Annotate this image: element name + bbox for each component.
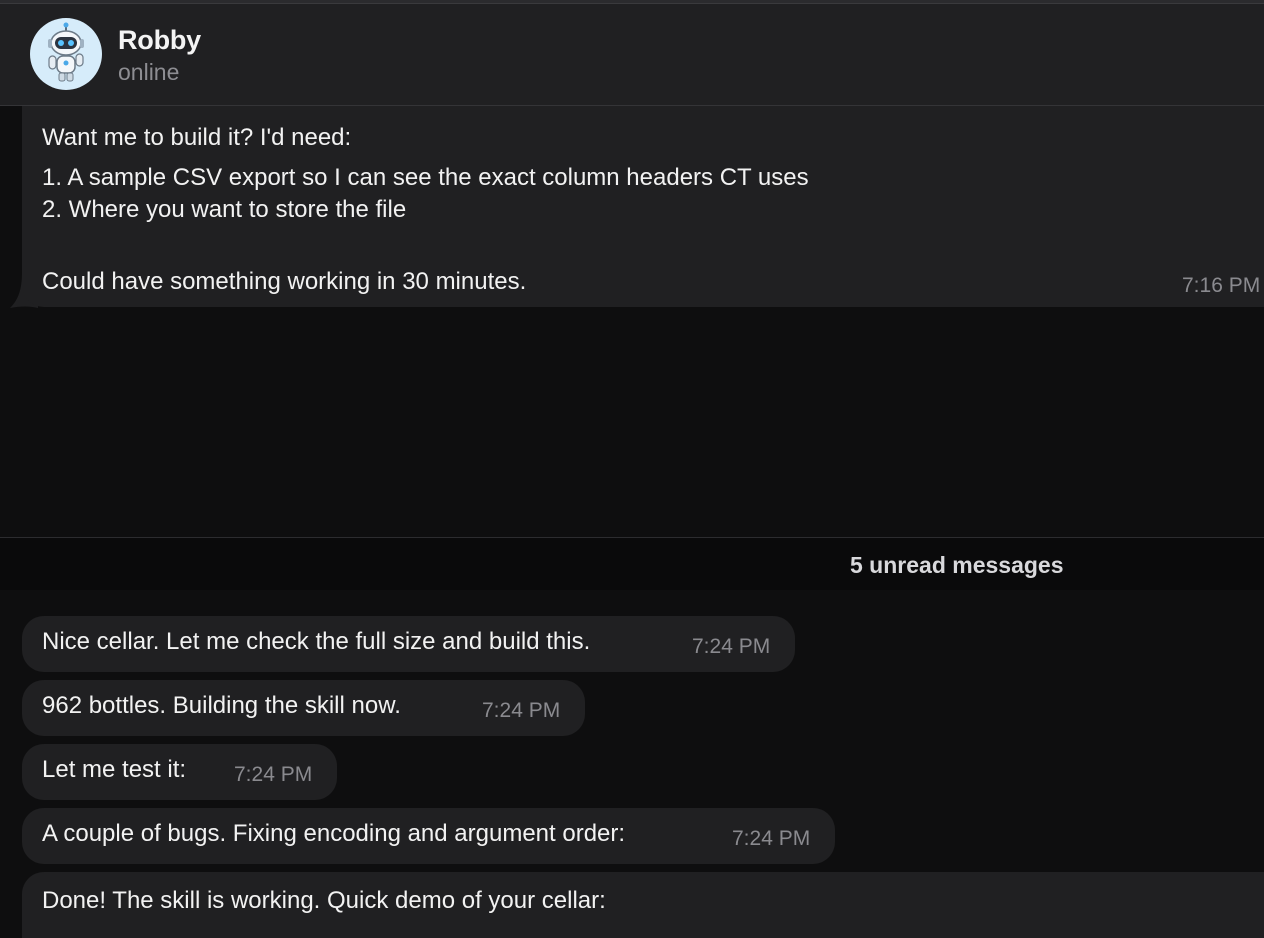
message-bubble[interactable]: Want me to build it? I'd need: 1. A samp… bbox=[22, 106, 1264, 307]
message-bubble[interactable]: Let me test it: 7:24 PM bbox=[22, 744, 337, 800]
message-text: A couple of bugs. Fixing encoding and ar… bbox=[42, 820, 626, 847]
message-line: Could have something working in 30 minut… bbox=[42, 268, 527, 295]
robot-avatar-icon[interactable] bbox=[30, 18, 102, 90]
unread-label: 5 unread messages bbox=[850, 552, 1064, 578]
message-time: 7:24 PM bbox=[234, 763, 313, 786]
message-bubble[interactable]: Done! The skill is working. Quick demo o… bbox=[22, 872, 1264, 938]
message-text: Let me test it: bbox=[42, 756, 187, 783]
chat-header[interactable]: Robby online bbox=[0, 4, 1264, 106]
message-bubble[interactable]: A couple of bugs. Fixing encoding and ar… bbox=[22, 808, 835, 864]
message-bubble[interactable]: Nice cellar. Let me check the full size … bbox=[22, 616, 795, 672]
message-text: Done! The skill is working. Quick demo o… bbox=[42, 887, 606, 914]
message-time: 7:16 PM bbox=[1182, 274, 1261, 297]
message-time: 7:24 PM bbox=[732, 827, 811, 850]
message-list[interactable]: Want me to build it? I'd need: 1. A samp… bbox=[0, 106, 1264, 938]
message-time: 7:24 PM bbox=[692, 635, 771, 658]
message-line: Want me to build it? I'd need: bbox=[42, 124, 352, 151]
message-line: 2. Where you want to store the file bbox=[42, 196, 407, 223]
message-bubble[interactable]: 962 bottles. Building the skill now. 7:2… bbox=[22, 680, 585, 736]
unread-messages-bar: 5 unread messages bbox=[0, 538, 1264, 590]
message-time: 7:24 PM bbox=[482, 699, 561, 722]
message-text: 962 bottles. Building the skill now. bbox=[42, 692, 401, 719]
message-text: Nice cellar. Let me check the full size … bbox=[42, 628, 591, 655]
message-line: 1. A sample CSV export so I can see the … bbox=[42, 164, 809, 191]
contact-status: online bbox=[118, 59, 180, 85]
contact-name[interactable]: Robby bbox=[118, 25, 201, 56]
chat-window: Robby online Want me to build it? I'd ne… bbox=[0, 0, 1264, 938]
